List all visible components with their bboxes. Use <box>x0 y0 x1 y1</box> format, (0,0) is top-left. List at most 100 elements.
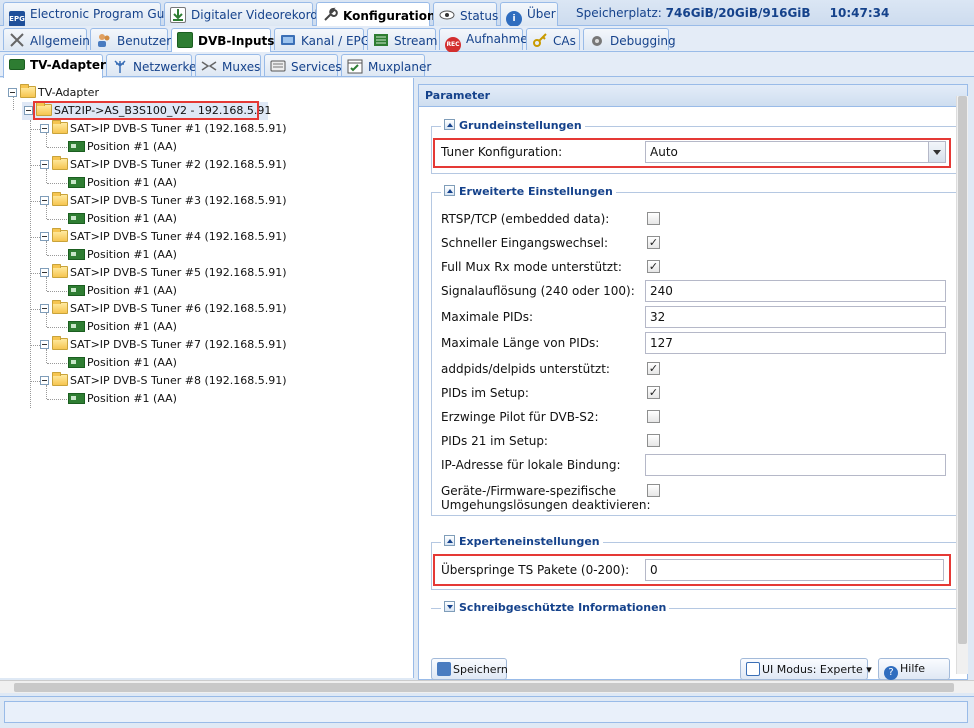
rtsp-checkbox[interactable] <box>647 212 660 225</box>
rec-icon: REC <box>445 37 461 53</box>
collapse-toggle-icon[interactable] <box>444 119 455 130</box>
fieldset-readonly-title[interactable]: Schreibgeschützte Informationen <box>441 601 670 614</box>
tree-position[interactable]: Position #1 (AA) <box>68 390 177 408</box>
tree-tuner[interactable]: SAT>IP DVB-S Tuner #3 (192.168.5.91) <box>40 192 287 210</box>
tab-muxes[interactable]: Muxes <box>195 54 261 76</box>
tree-tuner[interactable]: SAT>IP DVB-S Tuner #6 (192.168.5.91) <box>40 300 287 318</box>
tab-netzwerke[interactable]: Netzwerke <box>106 54 196 76</box>
folder-icon <box>52 156 68 170</box>
tv-card-icon <box>68 213 85 224</box>
tree-tuner[interactable]: SAT>IP DVB-S Tuner #2 (192.168.5.91) <box>40 156 287 174</box>
tab-status[interactable]: Status <box>433 2 498 26</box>
collapse-icon[interactable] <box>40 340 49 349</box>
tree-position[interactable]: Position #1 (AA) <box>68 138 177 156</box>
ui-mode-button[interactable]: UI Modus: Experte ▾ <box>740 658 872 680</box>
tab-konfiguration[interactable]: Konfiguration <box>316 2 436 27</box>
folder-icon <box>52 264 68 278</box>
collapse-toggle-icon[interactable] <box>444 185 455 196</box>
collapse-toggle-icon[interactable] <box>444 535 455 546</box>
fieldset-grund-title[interactable]: Grundeinstellungen <box>441 119 585 132</box>
tab-aufnahme[interactable]: REC Aufnahme <box>439 28 528 53</box>
tab-debugging[interactable]: Debugging <box>583 28 676 50</box>
tree-root[interactable]: TV-Adapter <box>8 84 99 102</box>
maxlen-label: Maximale Länge von PIDs: <box>441 336 600 350</box>
collapse-icon[interactable] <box>8 88 17 97</box>
tree-position[interactable]: Position #1 (AA) <box>68 282 177 300</box>
folder-icon <box>52 300 68 314</box>
collapse-icon[interactable] <box>40 304 49 313</box>
tree-tuner[interactable]: SAT>IP DVB-S Tuner #7 (192.168.5.91) <box>40 336 287 354</box>
fieldset-erweitert-title[interactable]: Erweiterte Einstellungen <box>441 185 616 198</box>
folder-icon <box>52 336 68 350</box>
tab-tv-adapter[interactable]: TV-Adapter <box>3 54 106 78</box>
tree-tuner[interactable]: SAT>IP DVB-S Tuner #8 (192.168.5.91) <box>40 372 287 390</box>
adapter-tree: TV-Adapter SAT2IP->AS_B3S100_V2 - 192.16… <box>0 78 414 678</box>
horizontal-scrollbar[interactable] <box>0 680 974 693</box>
maxpids-field[interactable]: 32 <box>645 306 946 328</box>
expand-toggle-icon[interactable] <box>444 601 455 612</box>
tree-tuner[interactable]: SAT>IP DVB-S Tuner #1 (192.168.5.91) <box>40 120 287 138</box>
folder-icon <box>20 84 36 98</box>
tv-card-icon <box>68 177 85 188</box>
tv-card-icon <box>68 141 85 152</box>
addpids-checkbox[interactable]: ✓ <box>647 362 660 375</box>
collapse-icon[interactable] <box>40 232 49 241</box>
highlight-box <box>433 138 951 168</box>
tab-allgemein[interactable]: Allgemein <box>3 28 90 50</box>
services-icon <box>270 58 286 74</box>
scroll-thumb[interactable] <box>14 683 954 692</box>
tab-stream[interactable]: Stream <box>367 28 437 50</box>
chevron-down-icon: ▾ <box>862 663 872 676</box>
tab-cas[interactable]: CAs <box>526 28 580 50</box>
tree-position[interactable]: Position #1 (AA) <box>68 318 177 336</box>
tab-ueber[interactable]: i Über <box>500 2 558 27</box>
pidssetup-checkbox[interactable]: ✓ <box>647 386 660 399</box>
tree-position[interactable]: Position #1 (AA) <box>68 210 177 228</box>
scroll-thumb[interactable] <box>958 96 967 644</box>
tab-services[interactable]: Services <box>264 54 342 76</box>
collapse-icon[interactable] <box>40 196 49 205</box>
maxlen-field[interactable]: 127 <box>645 332 946 354</box>
config-tabbar: Allgemein Benutzer DVB-Inputs Kanal / EP… <box>0 26 974 53</box>
rtsp-label: RTSP/TCP (embedded data): <box>441 212 610 226</box>
status-bar <box>0 696 974 728</box>
collapse-icon[interactable] <box>40 160 49 169</box>
save-button[interactable]: Speichern <box>431 658 508 680</box>
ipaddr-field[interactable] <box>645 454 946 476</box>
geraete-checkbox[interactable] <box>647 484 660 497</box>
key-icon <box>532 32 548 48</box>
tree-tuner[interactable]: SAT>IP DVB-S Tuner #4 (192.168.5.91) <box>40 228 287 246</box>
tree-position[interactable]: Position #1 (AA) <box>68 354 177 372</box>
tree-tuner[interactable]: SAT>IP DVB-S Tuner #5 (192.168.5.91) <box>40 264 287 282</box>
eye-icon <box>439 7 455 23</box>
tab-benutzer[interactable]: Benutzer <box>90 28 171 50</box>
tree-position[interactable]: Position #1 (AA) <box>68 246 177 264</box>
collapse-icon[interactable] <box>24 106 33 115</box>
tv-card-icon <box>68 285 85 296</box>
epg-icon: EPG <box>9 11 25 27</box>
main-tabbar: EPG Electronic Program Guide Digitaler Vi… <box>0 0 974 27</box>
collapse-icon[interactable] <box>40 376 49 385</box>
signal-field[interactable]: 240 <box>645 280 946 302</box>
wrench-icon <box>322 7 338 23</box>
pilot-checkbox[interactable] <box>647 410 660 423</box>
collapse-icon[interactable] <box>40 124 49 133</box>
antenna-icon <box>112 58 128 74</box>
folder-icon <box>52 372 68 386</box>
tab-epg[interactable]: EPG Electronic Program Guide <box>3 2 183 27</box>
help-button[interactable]: ? Hilfe <box>878 658 950 680</box>
tab-muxplaner[interactable]: Muxplaner <box>341 54 431 76</box>
fieldset-experten-title[interactable]: Experteneinstellungen <box>441 535 603 548</box>
pids21-checkbox[interactable] <box>647 434 660 447</box>
download-icon <box>170 7 186 23</box>
tab-dvr[interactable]: Digitaler Videorekorder <box>164 2 330 26</box>
tv-card-icon <box>68 393 85 404</box>
collapse-icon[interactable] <box>40 268 49 277</box>
schneller-checkbox[interactable]: ✓ <box>647 236 660 249</box>
vertical-scrollbar[interactable] <box>956 96 968 674</box>
tab-dvb-inputs[interactable]: DVB-Inputs <box>171 28 274 52</box>
tree-position[interactable]: Position #1 (AA) <box>68 174 177 192</box>
clock: 10:47:34 <box>829 6 890 20</box>
fullmux-checkbox[interactable]: ✓ <box>647 260 660 273</box>
tab-kanal-epg[interactable]: Kanal / EPG <box>274 28 370 50</box>
